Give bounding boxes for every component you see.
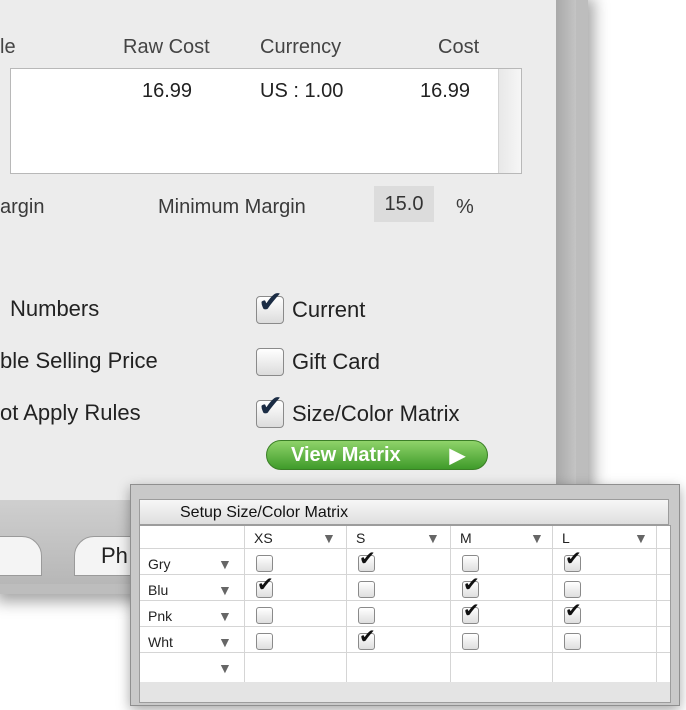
option-apply-rules[interactable]: ot Apply Rules: [0, 400, 141, 426]
current-checkbox[interactable]: ✔: [256, 288, 284, 324]
gift-card-checkbox[interactable]: [256, 348, 284, 376]
margin-label-partial: argin: [0, 196, 45, 218]
matrix-checkbox-gry-xs[interactable]: [256, 555, 273, 572]
matrix-checkbox-blu-xs[interactable]: ✔: [256, 575, 274, 598]
header-currency: Currency: [260, 36, 342, 58]
dropdown-triangle-icon[interactable]: ▼: [218, 582, 232, 598]
matrix-checkbox-gry-l[interactable]: ✔: [564, 549, 582, 572]
matrix-footer: [140, 682, 670, 702]
matrix-title: Setup Size/Color Matrix: [139, 499, 669, 525]
minimum-margin-field[interactable]: 15.0: [374, 186, 434, 222]
dropdown-triangle-icon[interactable]: ▼: [634, 530, 648, 546]
gift-card-checkbox-row[interactable]: Gift Card: [256, 348, 380, 376]
option-numbers[interactable]: Numbers: [10, 296, 99, 322]
currency-value: US : 1.00: [260, 80, 344, 102]
dropdown-triangle-icon[interactable]: ▼: [530, 530, 544, 546]
header-raw-cost: Raw Cost: [123, 36, 210, 58]
matrix-checkbox-pnk-s[interactable]: [358, 607, 375, 624]
dropdown-triangle-icon[interactable]: ▼: [218, 634, 232, 650]
size-header-l: L: [562, 530, 570, 546]
dropdown-triangle-icon[interactable]: ▼: [218, 608, 232, 624]
checkmark-icon: ✔: [359, 548, 376, 570]
matrix-checkbox-gry-s[interactable]: ✔: [358, 549, 376, 572]
size-header-xs: XS: [254, 530, 273, 546]
cost-value: 16.99: [420, 80, 471, 102]
checkmark-icon: ✔: [463, 600, 480, 622]
matrix-checkbox-blu-l[interactable]: [564, 581, 581, 598]
matrix-checkbox-pnk-xs[interactable]: [256, 607, 273, 624]
checkmark-icon: ✔: [258, 286, 284, 319]
size-header-s: S: [356, 530, 366, 546]
matrix-checkbox-wht-xs[interactable]: [256, 633, 273, 650]
matrix-checkbox-blu-m[interactable]: ✔: [462, 575, 480, 598]
header-partial: le: [0, 36, 16, 58]
color-row-gry: Gry: [148, 556, 171, 572]
color-row-pnk: Pnk: [148, 608, 173, 624]
play-arrow-icon: ▶: [449, 444, 465, 467]
tab-ph-label: Ph: [101, 543, 128, 568]
raw-cost-value: 16.99: [142, 80, 193, 102]
checkmark-icon: ✔: [258, 390, 284, 423]
gift-card-label: Gift Card: [292, 349, 381, 374]
size-color-matrix-dialog: Setup Size/Color Matrix XS ▼ S ▼ M ▼ L ▼…: [130, 484, 680, 706]
size-header-m: M: [460, 530, 472, 546]
matrix-checkbox-blu-s[interactable]: [358, 581, 375, 598]
checkmark-icon: ✔: [565, 600, 582, 622]
dropdown-triangle-icon[interactable]: ▼: [426, 530, 440, 546]
current-checkbox-row[interactable]: ✔ Current: [256, 288, 366, 324]
size-color-matrix-label: Size/Color Matrix: [292, 401, 460, 426]
matrix-grid: XS ▼ S ▼ M ▼ L ▼ Gry ▼ Blu ▼ Pnk ▼ Wht ▼…: [139, 525, 671, 703]
matrix-checkbox-wht-l[interactable]: [564, 633, 581, 650]
matrix-checkbox-pnk-l[interactable]: ✔: [564, 601, 582, 624]
item-editor-panel: le Raw Cost Currency Cost 16.99 US : 1.0…: [0, 0, 557, 500]
dropdown-triangle-icon[interactable]: ▼: [322, 530, 336, 546]
view-matrix-label: View Matrix: [291, 443, 401, 466]
matrix-checkbox-wht-s[interactable]: ✔: [358, 627, 376, 650]
percent-label: %: [456, 196, 474, 218]
header-cost: Cost: [438, 36, 480, 58]
minimum-margin-label: Minimum Margin: [158, 196, 306, 218]
size-color-matrix-checkbox-row[interactable]: ✔ Size/Color Matrix: [256, 392, 460, 428]
size-color-matrix-checkbox[interactable]: ✔: [256, 392, 284, 428]
checkmark-icon: ✔: [359, 626, 376, 648]
checkmark-icon: ✔: [565, 548, 582, 570]
cost-table-scrollbar[interactable]: [498, 69, 521, 173]
color-row-blu: Blu: [148, 582, 169, 598]
view-matrix-button[interactable]: View Matrix ▶: [266, 440, 488, 470]
matrix-checkbox-gry-m[interactable]: [462, 555, 479, 572]
option-selling-price[interactable]: ble Selling Price: [0, 348, 158, 374]
checkmark-icon: ✔: [463, 574, 480, 596]
matrix-checkbox-wht-m[interactable]: [462, 633, 479, 650]
window-edge: [556, 0, 576, 500]
color-row-wht: Wht: [148, 634, 173, 650]
current-label: Current: [292, 297, 366, 322]
matrix-checkbox-pnk-m[interactable]: ✔: [462, 601, 480, 624]
dropdown-triangle-icon[interactable]: ▼: [218, 556, 232, 572]
dropdown-triangle-icon[interactable]: ▼: [218, 660, 232, 676]
tab-left[interactable]: [0, 536, 42, 576]
checkmark-icon: ✔: [257, 574, 274, 596]
